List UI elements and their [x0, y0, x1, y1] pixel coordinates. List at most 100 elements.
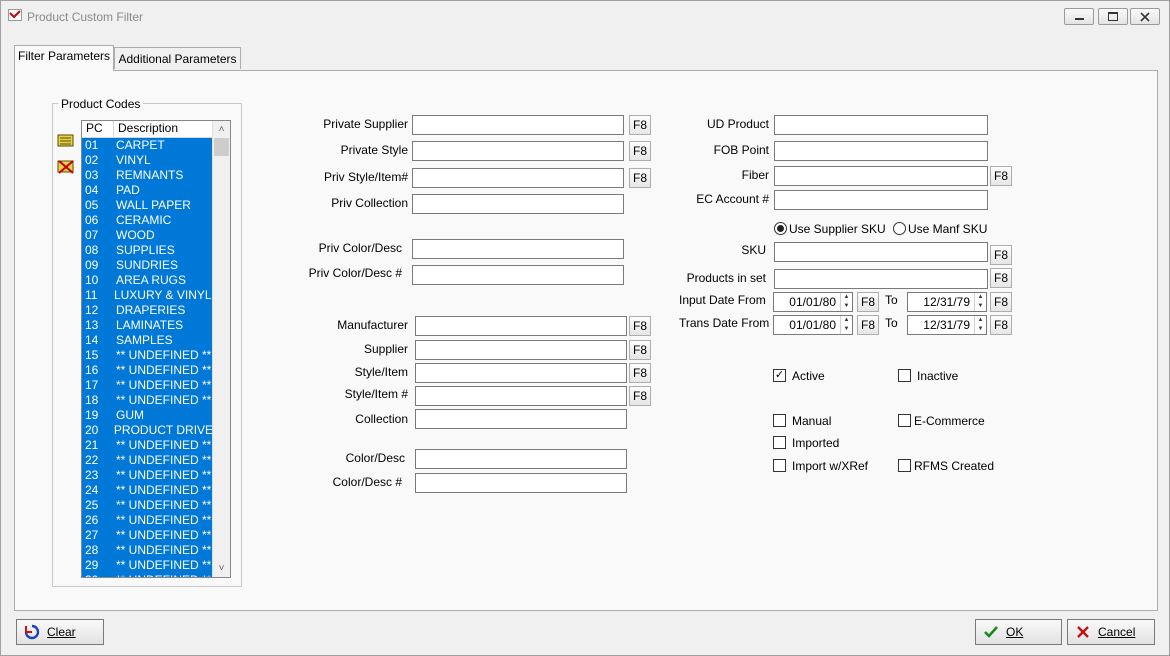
product-codes-list[interactable]: PC Description 01 CARPET 02 VINYL 03 REMNANTS… — [81, 120, 231, 578]
input-date-to-f8-button[interactable]: F8 — [990, 292, 1012, 312]
column-header-pc[interactable]: PC — [82, 121, 114, 137]
import-xref-label[interactable]: Import w/XRef — [792, 459, 868, 473]
tab-filter-parameters[interactable]: Filter Parameters — [14, 45, 114, 71]
list-item[interactable]: 15 ** UNDEFINED ** — [82, 348, 214, 363]
date-spinner-icon[interactable]: ▲ ▼ — [974, 293, 986, 311]
style-item-f8-button[interactable]: F8 — [629, 363, 651, 383]
clear-button[interactable]: Clear — [16, 619, 104, 645]
trans-date-from-f8-button[interactable]: F8 — [857, 315, 879, 335]
collection-input[interactable] — [415, 409, 627, 429]
style-item-num-f8-button[interactable]: F8 — [629, 386, 651, 406]
minimize-button[interactable] — [1064, 8, 1094, 25]
list-item[interactable]: 06 CERAMIC — [82, 213, 214, 228]
priv-color-desc-input[interactable] — [412, 239, 624, 259]
restore-button[interactable] — [1098, 8, 1128, 25]
list-item[interactable]: 03 REMNANTS — [82, 168, 214, 183]
priv-color-desc-num-input[interactable] — [412, 265, 624, 285]
input-date-from-f8-button[interactable]: F8 — [857, 292, 879, 312]
list-item[interactable]: 27 ** UNDEFINED ** — [82, 528, 214, 543]
rfms-created-label[interactable]: RFMS Created — [914, 459, 994, 473]
active-checkbox[interactable]: ✓ — [773, 369, 786, 382]
manual-checkbox[interactable] — [773, 414, 786, 427]
list-item[interactable]: 28 ** UNDEFINED ** — [82, 543, 214, 558]
use-supplier-sku-label[interactable]: Use Supplier SKU — [789, 222, 886, 236]
date-spinner-icon[interactable]: ▲ ▼ — [840, 316, 852, 334]
supplier-f8-button[interactable]: F8 — [629, 340, 651, 360]
supplier-input[interactable] — [415, 340, 627, 360]
priv-style-item-f8-button[interactable]: F8 — [629, 168, 651, 188]
active-label[interactable]: Active — [792, 369, 825, 383]
style-item-num-input[interactable] — [415, 386, 627, 406]
use-supplier-sku-radio[interactable] — [774, 222, 787, 235]
input-date-from-picker[interactable]: 01/01/80 ▲ ▼ — [773, 292, 853, 312]
list-item[interactable]: 20 PRODUCT DRIVEN — [82, 423, 214, 438]
date-spinner-icon[interactable]: ▲ ▼ — [974, 316, 986, 334]
list-item[interactable]: 17 ** UNDEFINED ** — [82, 378, 214, 393]
list-item[interactable]: 26 ** UNDEFINED ** — [82, 513, 214, 528]
list-item[interactable]: 07 WOOD — [82, 228, 214, 243]
list-item[interactable]: 01 CARPET — [82, 138, 214, 153]
ec-account-input[interactable] — [774, 190, 988, 210]
trans-date-from-picker[interactable]: 01/01/80 ▲ ▼ — [773, 315, 853, 335]
private-style-f8-button[interactable]: F8 — [629, 141, 651, 161]
priv-style-item-input[interactable] — [412, 168, 624, 188]
priv-collection-input[interactable] — [412, 194, 624, 214]
list-item[interactable]: 22 ** UNDEFINED ** — [82, 453, 214, 468]
ecommerce-checkbox[interactable] — [898, 414, 911, 427]
scroll-thumb[interactable] — [214, 138, 229, 156]
products-in-set-f8-button[interactable]: F8 — [990, 268, 1012, 288]
list-item[interactable]: 10 AREA RUGS — [82, 273, 214, 288]
fiber-f8-button[interactable]: F8 — [990, 166, 1012, 186]
fob-point-input[interactable] — [774, 141, 988, 161]
select-all-icon[interactable] — [57, 134, 75, 148]
ok-button[interactable]: OK — [975, 619, 1062, 645]
list-item[interactable]: 13 LAMINATES — [82, 318, 214, 333]
close-button[interactable] — [1130, 8, 1160, 25]
import-xref-checkbox[interactable] — [773, 459, 786, 472]
imported-label[interactable]: Imported — [792, 436, 839, 450]
input-date-to-picker[interactable]: 12/31/79 ▲ ▼ — [907, 292, 987, 312]
ud-product-input[interactable] — [774, 115, 988, 135]
manufacturer-f8-button[interactable]: F8 — [629, 316, 651, 336]
list-item[interactable]: 02 VINYL — [82, 153, 214, 168]
list-item[interactable]: 25 ** UNDEFINED ** — [82, 498, 214, 513]
list-item[interactable]: 19 GUM — [82, 408, 214, 423]
list-item[interactable]: 04 PAD — [82, 183, 214, 198]
rfms-created-checkbox[interactable] — [898, 459, 911, 472]
scroll-up-icon[interactable]: ˄ — [213, 121, 230, 138]
private-style-input[interactable] — [412, 141, 624, 161]
list-scrollbar[interactable]: ˄ ˅ — [212, 121, 230, 577]
list-item[interactable]: 24 ** UNDEFINED ** — [82, 483, 214, 498]
ecommerce-label[interactable]: E-Commerce — [914, 414, 985, 428]
sku-input[interactable] — [774, 242, 988, 262]
title-bar[interactable] — [1, 1, 1169, 31]
deselect-all-icon[interactable] — [57, 159, 75, 175]
inactive-checkbox[interactable] — [898, 369, 911, 382]
manufacturer-input[interactable] — [415, 316, 627, 336]
imported-checkbox[interactable] — [773, 436, 786, 449]
private-supplier-input[interactable] — [412, 115, 624, 135]
manual-label[interactable]: Manual — [792, 414, 831, 428]
color-desc-num-input[interactable] — [415, 473, 627, 493]
inactive-label[interactable]: Inactive — [917, 369, 958, 383]
list-item[interactable]: 12 DRAPERIES — [82, 303, 214, 318]
use-manf-sku-radio[interactable] — [893, 222, 906, 235]
cancel-button[interactable]: Cancel — [1067, 619, 1155, 645]
use-manf-sku-label[interactable]: Use Manf SKU — [908, 222, 987, 236]
tab-additional-parameters[interactable]: Additional Parameters — [114, 47, 241, 69]
list-item[interactable]: 16 ** UNDEFINED ** — [82, 363, 214, 378]
list-item[interactable]: 14 SAMPLES — [82, 333, 214, 348]
fiber-input[interactable] — [774, 166, 988, 186]
scroll-down-icon[interactable]: ˅ — [213, 560, 230, 577]
trans-date-to-picker[interactable]: 12/31/79 ▲ ▼ — [907, 315, 987, 335]
products-in-set-input[interactable] — [774, 269, 988, 289]
list-item[interactable]: 18 ** UNDEFINED ** — [82, 393, 214, 408]
color-desc-input[interactable] — [415, 449, 627, 469]
trans-date-to-f8-button[interactable]: F8 — [990, 315, 1012, 335]
list-item[interactable]: 05 WALL PAPER — [82, 198, 214, 213]
sku-f8-button[interactable]: F8 — [990, 245, 1012, 265]
column-header-description[interactable]: Description — [114, 121, 178, 137]
private-supplier-f8-button[interactable]: F8 — [629, 115, 651, 135]
list-item[interactable]: 08 SUPPLIES — [82, 243, 214, 258]
list-item[interactable]: 29 ** UNDEFINED ** — [82, 558, 214, 573]
